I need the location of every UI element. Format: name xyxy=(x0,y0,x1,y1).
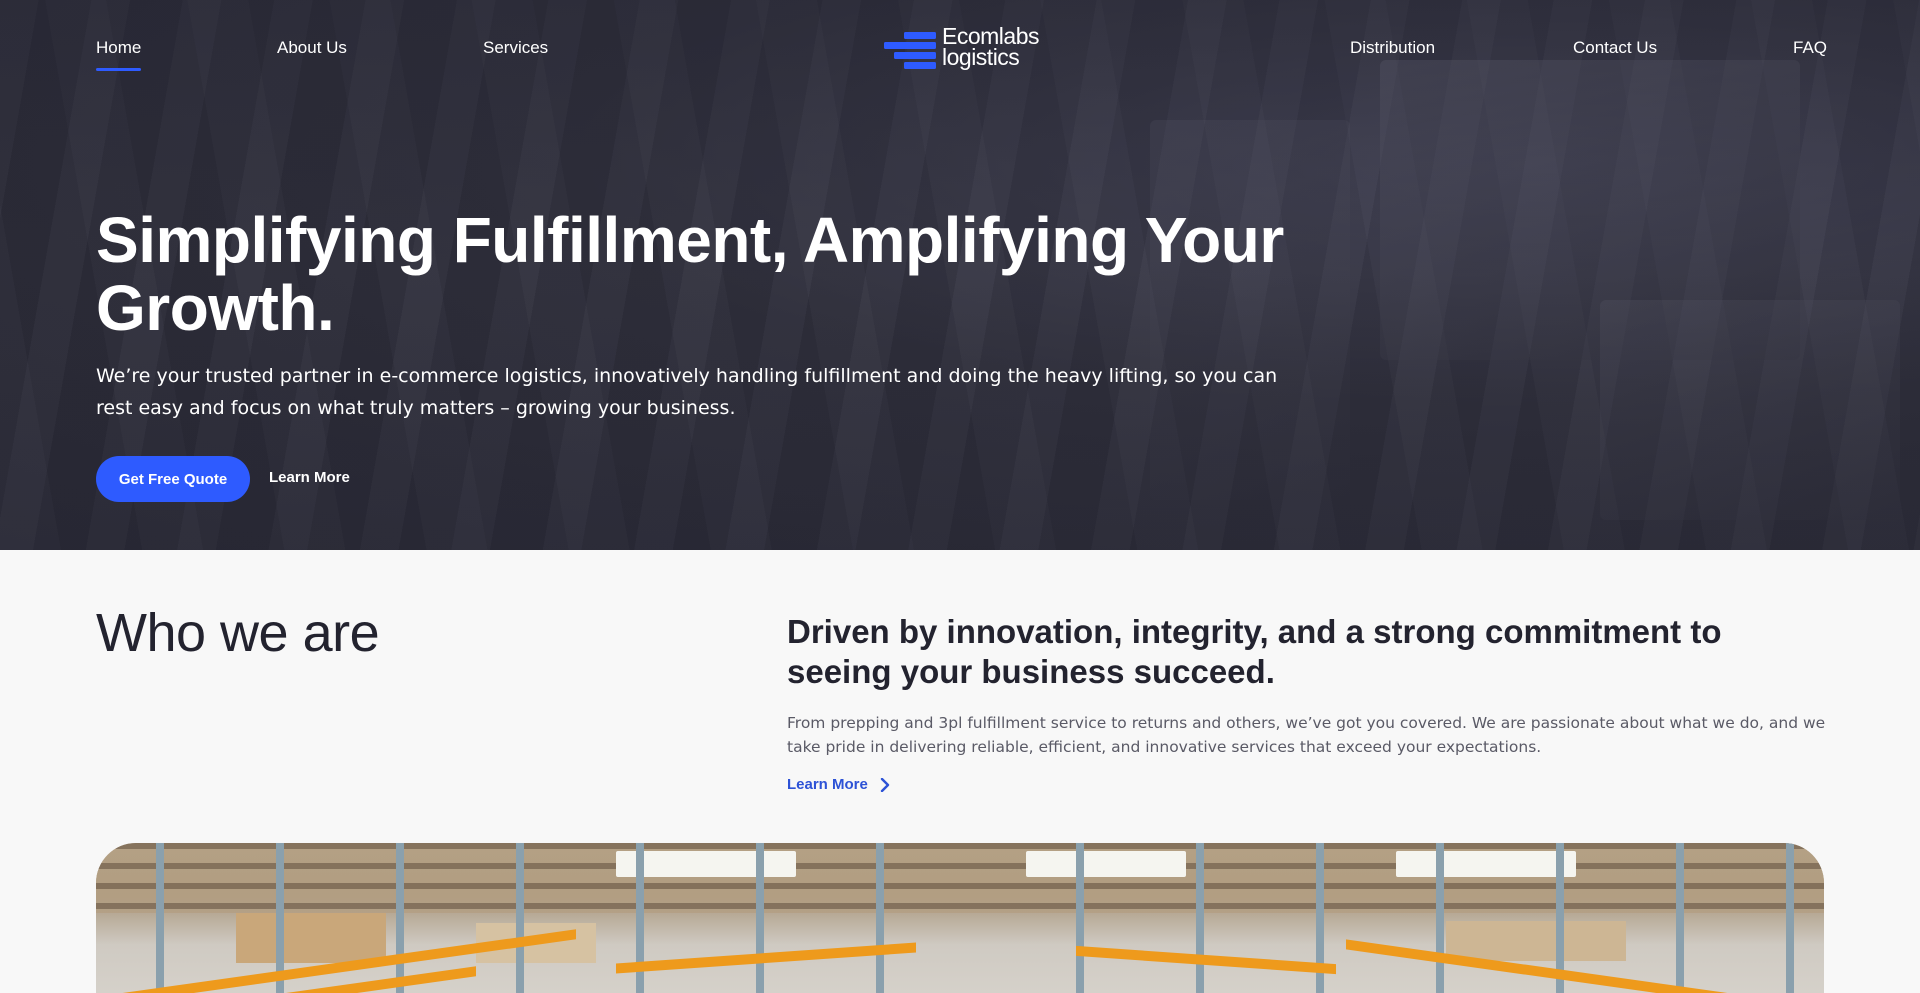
logo-icon xyxy=(884,32,936,69)
warehouse-skylight xyxy=(1026,851,1186,877)
rack-post xyxy=(156,843,164,993)
brand-logo[interactable]: Ecomlabs logistics xyxy=(882,25,1042,74)
who-learn-more-link[interactable]: Learn More xyxy=(787,776,890,793)
hero-background-shape xyxy=(1600,300,1900,520)
nav-distribution[interactable]: Distribution xyxy=(1350,38,1435,58)
nav-about-us[interactable]: About Us xyxy=(277,38,347,58)
who-we-are-heading: Driven by innovation, integrity, and a s… xyxy=(787,613,1722,690)
rack-post xyxy=(396,843,404,993)
nav-services[interactable]: Services xyxy=(483,38,548,58)
chevron-right-icon xyxy=(880,777,890,792)
rack-post xyxy=(1786,843,1794,993)
rack-post xyxy=(756,843,764,993)
rack-post xyxy=(876,843,884,993)
get-free-quote-button[interactable]: Get Free Quote xyxy=(96,456,250,502)
hero-subtitle: We’re your trusted partner in e-commerce… xyxy=(96,365,1278,419)
rack-beam xyxy=(616,942,916,974)
warehouse-image xyxy=(96,843,1824,993)
warehouse-skylight xyxy=(1396,851,1576,877)
rack-post xyxy=(1436,843,1444,993)
warehouse-box xyxy=(236,913,386,963)
rack-beam xyxy=(1076,945,1336,975)
logo-wordmark: Ecomlabs logistics xyxy=(942,25,1039,70)
rack-post xyxy=(1676,843,1684,993)
hero-section: Home About Us Services Ecomlabs logistic… xyxy=(0,0,1920,550)
nav-faq[interactable]: FAQ xyxy=(1793,38,1827,58)
rack-post xyxy=(516,843,524,993)
main-nav: Home About Us Services Ecomlabs logistic… xyxy=(0,0,1920,94)
hero-learn-more-link[interactable]: Learn More xyxy=(269,469,350,486)
who-we-are-title: Who we are xyxy=(96,603,380,663)
nav-contact-us[interactable]: Contact Us xyxy=(1573,38,1657,58)
who-learn-more-label: Learn More xyxy=(787,776,868,793)
hero-title: Simplifying Fulfillment, Amplifying Your… xyxy=(96,204,1284,344)
rack-post xyxy=(1196,843,1204,993)
rack-post xyxy=(1076,843,1084,993)
nav-home[interactable]: Home xyxy=(96,38,142,71)
who-we-are-text: From prepping and 3pl fulfillment servic… xyxy=(787,714,1826,756)
warehouse-box xyxy=(1446,921,1626,961)
logo-line-2: logistics xyxy=(942,44,1020,70)
